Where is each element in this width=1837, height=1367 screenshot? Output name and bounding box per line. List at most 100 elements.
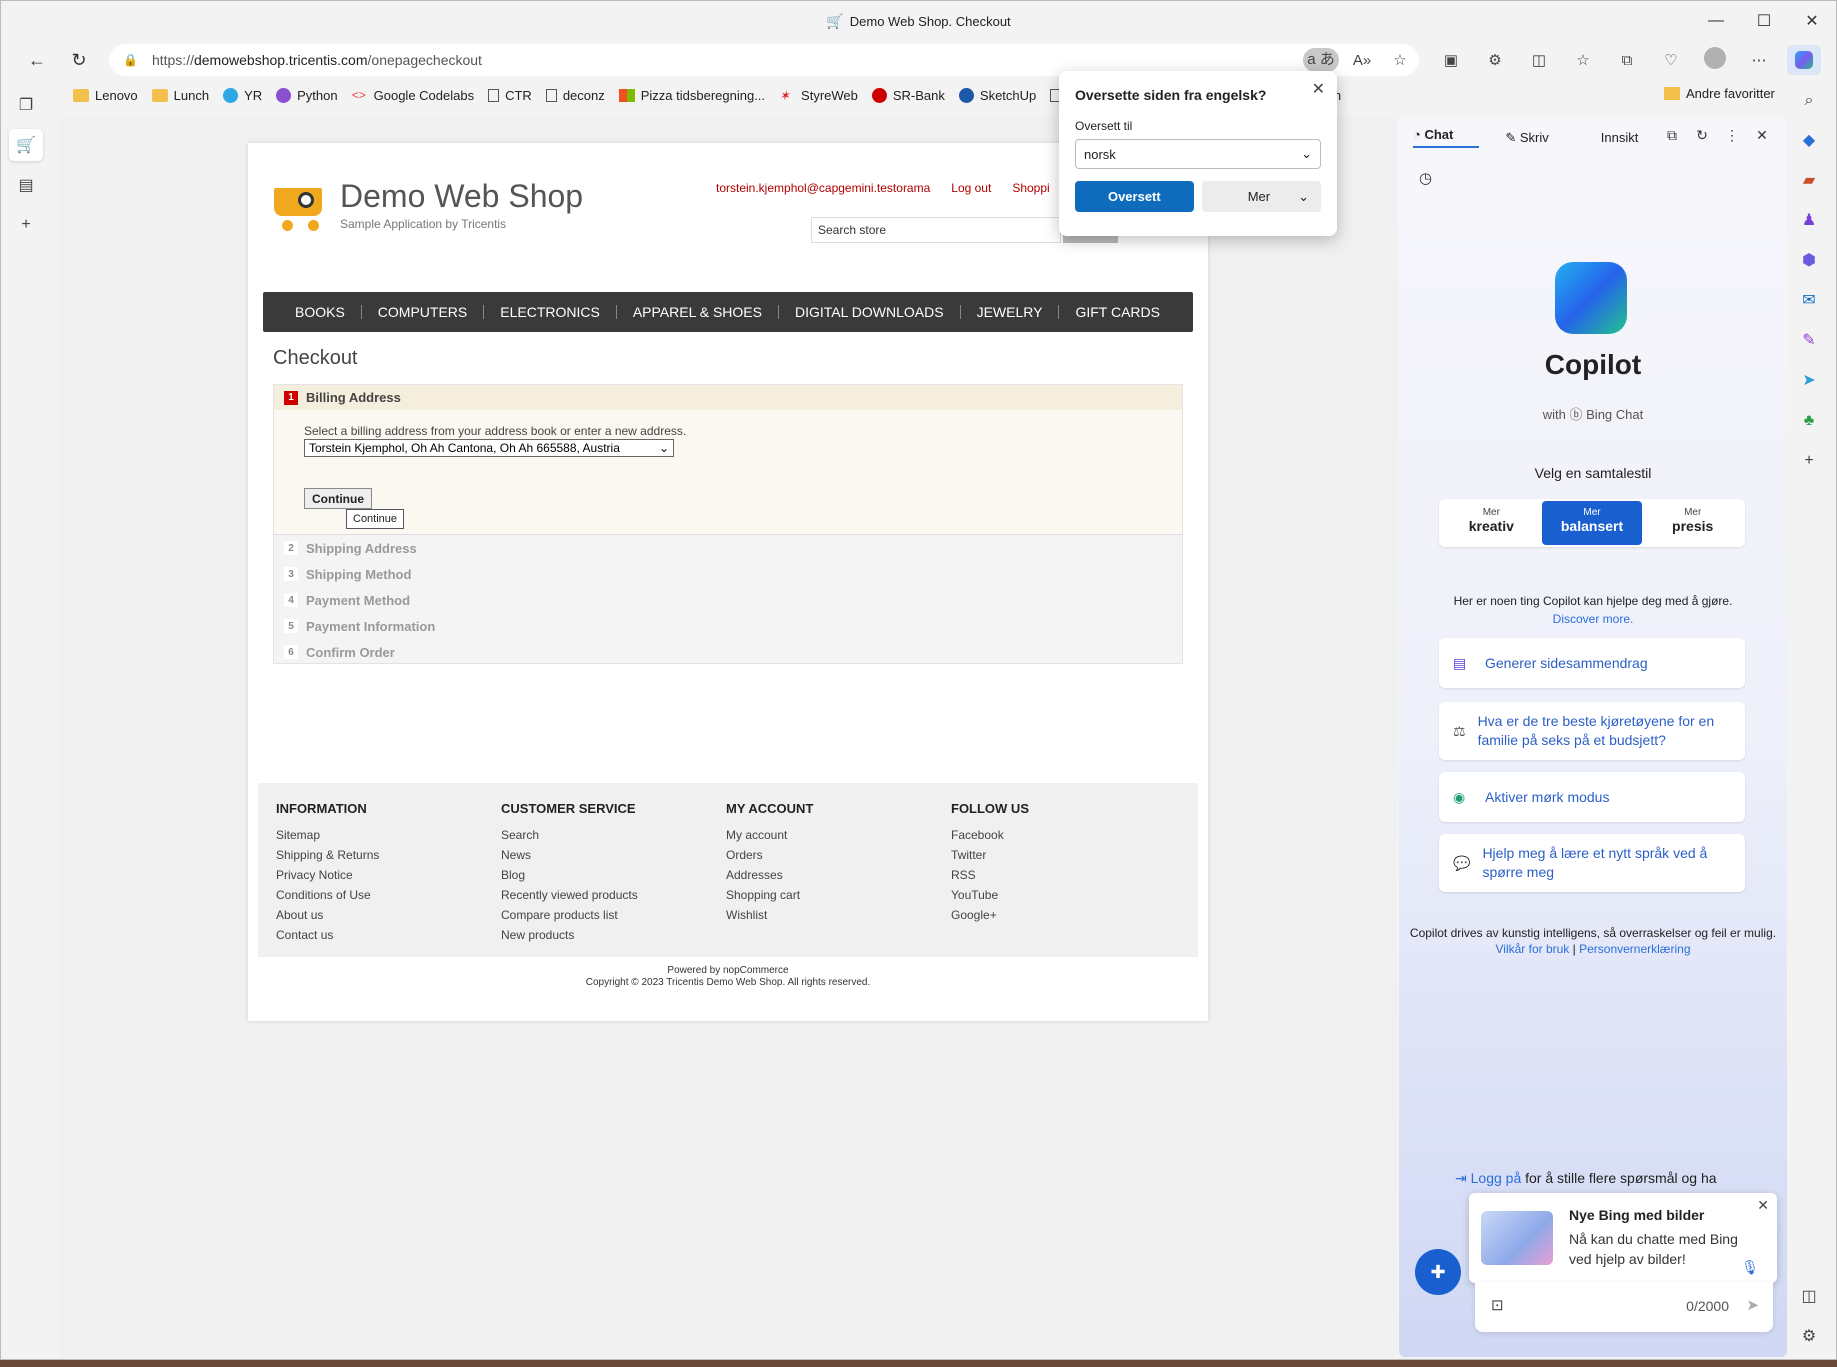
menu-books[interactable]: BOOKS [279,305,362,319]
add-icon[interactable]: + [1789,441,1829,481]
tag-icon[interactable]: ◆ [1789,121,1829,161]
style-balanced[interactable]: Mer balansert [1541,501,1643,545]
account-email-link[interactable]: torstein.kjemphol@capgemini.testorama [716,181,930,195]
more-options-button[interactable]: Mer ⌄ [1201,181,1321,212]
favorite-star-icon[interactable]: ☆ [1381,51,1419,69]
close-icon[interactable]: ✕ [1312,79,1325,99]
menu-gift-cards[interactable]: GIFT CARDS [1059,305,1176,319]
footer-link[interactable]: Orders [726,848,813,862]
billing-address-select[interactable]: Torstein Kjemphol, Oh Ah Cantona, Oh Ah … [304,439,674,457]
favorite-item[interactable]: ✶ StyreWeb [779,88,858,103]
read-aloud-icon[interactable]: A» [1343,52,1381,69]
favorite-item[interactable]: Python [276,87,338,103]
favorites-icon[interactable]: ☆ [1561,51,1605,69]
step-billing-address-header[interactable]: 1 Billing Address [274,385,1182,410]
microsoft365-icon[interactable]: ⬢ [1789,241,1829,281]
terms-link[interactable]: Vilkår for bruk [1496,942,1570,956]
footer-link[interactable]: Addresses [726,868,813,882]
footer-link[interactable]: Google+ [951,908,1029,922]
logout-link[interactable]: Log out [951,181,991,195]
powered-by-link[interactable]: Powered by nopCommerce [248,965,1208,977]
menu-apparel-shoes[interactable]: APPAREL & SHOES [617,305,779,319]
suggestion-card[interactable]: ⚖ Hva er de tre beste kjøretøyene for en … [1439,702,1745,760]
profile-avatar[interactable] [1693,47,1737,73]
favorite-item[interactable]: CTR [488,88,532,103]
footer-link[interactable]: Sitemap [276,828,379,842]
tab-innsikt[interactable]: Innsikt [1601,130,1639,145]
footer-link[interactable]: News [501,848,638,862]
back-button[interactable]: ← [19,44,55,76]
privacy-link[interactable]: Personvernerklæring [1579,942,1690,956]
shopping-cart-link[interactable]: Shoppi [1012,181,1049,195]
menu-electronics[interactable]: ELECTRONICS [484,305,617,319]
favorite-item[interactable]: Lunch [151,88,209,103]
extensions-icon[interactable]: ⚙ [1473,51,1517,69]
translate-icon[interactable]: a あ [1303,48,1339,72]
suggestion-card[interactable]: ◉ Aktiver mørk modus [1439,772,1745,822]
search-icon[interactable]: ⌕ [1789,81,1829,121]
other-favorites[interactable]: Andre favoritter [1664,86,1775,101]
footer-link[interactable]: RSS [951,868,1029,882]
favorite-item[interactable]: deconz [545,88,605,103]
telegram-icon[interactable]: ➤ [1789,361,1829,401]
login-link[interactable]: Logg på [1471,1170,1522,1186]
footer-link[interactable]: Conditions of Use [276,888,379,902]
microphone-icon[interactable]: 🎙 [1741,1259,1759,1276]
footer-link[interactable]: Search [501,828,638,842]
extension-icon[interactable]: ▣ [1429,51,1473,69]
favorite-item[interactable]: SR-Bank [871,87,945,103]
footer-link[interactable]: Privacy Notice [276,868,379,882]
tab-calendar[interactable]: ▤ [9,169,43,201]
performance-icon[interactable]: ♡ [1649,51,1693,69]
tree-icon[interactable]: ♣ [1789,401,1829,441]
send-icon[interactable]: ➤ [1746,1296,1759,1314]
refresh-button[interactable]: ↻ [61,44,97,76]
style-creative[interactable]: Mer kreativ [1441,501,1542,545]
footer-link[interactable]: Shopping cart [726,888,813,902]
discover-more-link[interactable]: Discover more. [1553,612,1634,626]
favorite-item[interactable]: Pizza tidsberegning... [618,88,765,103]
open-external-icon[interactable]: ⧉ [1657,127,1687,144]
language-select[interactable]: norsk ⌄ [1075,139,1321,169]
footer-link[interactable]: Recently viewed products [501,888,638,902]
menu-digital-downloads[interactable]: DIGITAL DOWNLOADS [779,305,961,319]
footer-link[interactable]: New products [501,928,638,942]
refresh-icon[interactable]: ↻ [1687,127,1717,144]
menu-jewelry[interactable]: JEWELRY [961,305,1060,319]
more-icon[interactable]: ⋮ [1717,127,1747,144]
chat-input[interactable]: ⊡ 0/2000 ➤ [1475,1282,1773,1332]
footer-link[interactable]: Facebook [951,828,1029,842]
sidebar-toggle-icon[interactable]: ◫ [1789,1277,1829,1317]
toolbox-icon[interactable]: ▰ [1789,161,1829,201]
continue-button[interactable]: Continue [304,488,372,509]
footer-link[interactable]: About us [276,908,379,922]
more-options-icon[interactable]: ⋯ [1737,51,1781,69]
tab-actions-icon[interactable]: ❐ [9,89,43,121]
favorite-item[interactable]: YR [223,87,262,103]
footer-link[interactable]: Shipping & Returns [276,848,379,862]
close-icon[interactable]: ✕ [1747,127,1777,144]
site-logo[interactable]: Demo Web Shop Sample Application by Tric… [268,178,583,232]
footer-link[interactable]: Twitter [951,848,1029,862]
tab-skriv[interactable]: ✎ Skriv [1505,130,1574,146]
history-icon[interactable]: ◷ [1419,169,1432,187]
close-icon[interactable]: ✕ [1757,1197,1769,1214]
designer-icon[interactable]: ✎ [1789,321,1829,361]
footer-link[interactable]: My account [726,828,813,842]
search-input[interactable]: Search store [811,217,1061,243]
copilot-sidebar-button[interactable] [1787,45,1821,75]
footer-link[interactable]: Wishlist [726,908,813,922]
image-capture-icon[interactable]: ⊡ [1491,1296,1504,1314]
menu-computers[interactable]: COMPUTERS [362,305,485,319]
suggestion-card[interactable]: 💬 Hjelp meg å lære et nytt språk ved å sp… [1439,834,1745,892]
new-topic-button[interactable]: ✚ [1415,1249,1461,1295]
style-precise[interactable]: Mer presis [1642,501,1743,545]
footer-link[interactable]: Blog [501,868,638,882]
footer-link[interactable]: Compare products list [501,908,638,922]
tab-chat[interactable]: ◔ Chat [1413,127,1480,148]
favorite-item[interactable]: Lenovo [73,88,138,103]
outlook-icon[interactable]: ✉ [1789,281,1829,321]
translate-button[interactable]: Oversett [1075,181,1194,212]
maximize-button[interactable]: ☐ [1740,1,1788,41]
favorite-item[interactable]: SketchUp [958,87,1036,103]
